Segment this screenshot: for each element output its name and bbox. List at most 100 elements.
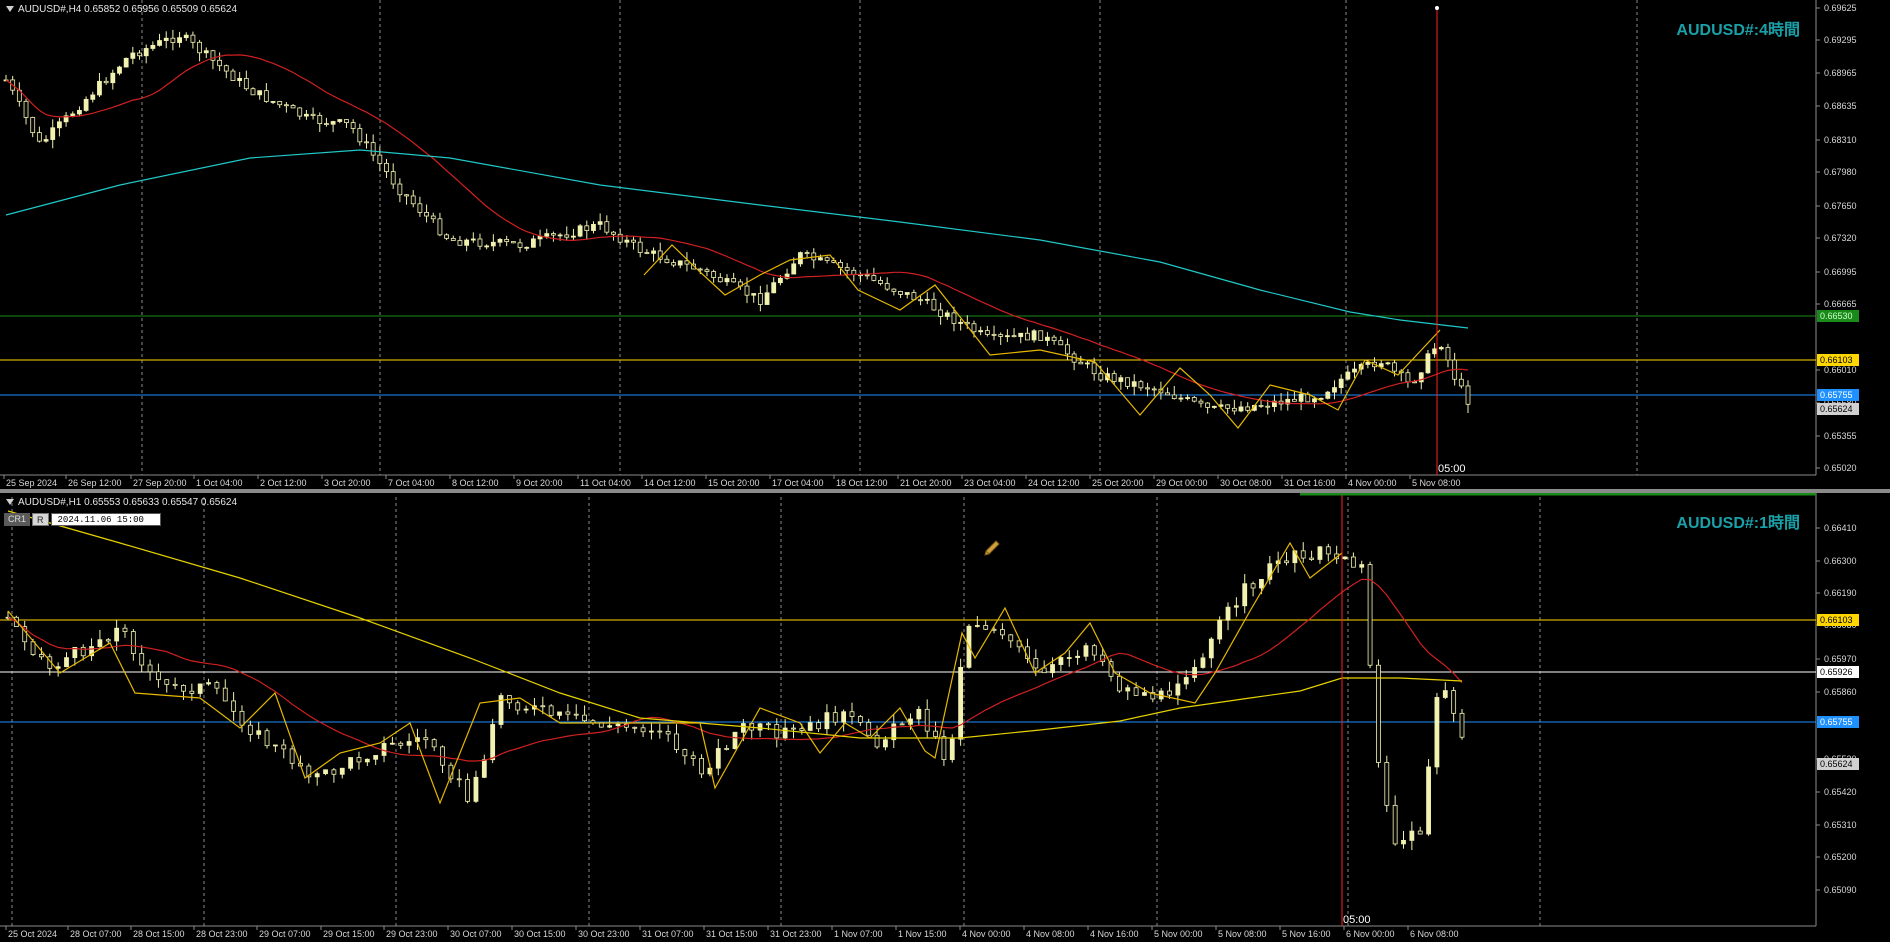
candle-body	[273, 744, 278, 747]
candle-body	[1145, 387, 1150, 390]
candle-body	[484, 245, 490, 248]
candle-body	[677, 260, 683, 266]
candle-body	[744, 285, 750, 296]
candle-body	[30, 116, 36, 134]
time-tick-label: 29 Oct 07:00	[259, 929, 311, 939]
candle-body	[206, 682, 211, 685]
candle-body	[665, 731, 671, 735]
candle-body	[1205, 402, 1211, 408]
time-tick-label: 7 Oct 04:00	[388, 478, 435, 488]
candle-body	[304, 113, 309, 117]
h1-chart-canvas[interactable]: 0.664100.663000.661900.660800.659700.658…	[0, 493, 1890, 942]
h4-chart-canvas[interactable]: 0.69625 0.69295 0.68965 0.68635 0.68310 0.679…	[0, 0, 1890, 489]
candle-body	[1409, 830, 1415, 841]
time-tick-label: 14 Oct 12:00	[644, 478, 696, 488]
price-tick-label: 0.66995	[1824, 267, 1857, 277]
price-tick-label: 0.66410	[1824, 523, 1857, 533]
candle-body	[878, 279, 883, 284]
candle-body	[1111, 373, 1117, 382]
candle-body	[497, 239, 503, 243]
h4-chart-pane[interactable]: 0.69625 0.69295 0.68965 0.68635 0.68310 0.679…	[0, 0, 1890, 489]
candle-body	[1465, 385, 1471, 405]
level-tag-label: 0.66103	[1820, 615, 1853, 625]
candle-body	[117, 66, 122, 74]
candle-body	[1265, 405, 1271, 408]
price-tick-label: 0.66665	[1824, 299, 1857, 309]
time-tick-label: 29 Oct 15:00	[323, 929, 375, 939]
candle-body	[1078, 361, 1084, 365]
candle-body	[1125, 687, 1131, 692]
candle-body	[256, 730, 262, 735]
candle-body	[431, 739, 437, 748]
candle-body	[331, 769, 337, 775]
candle-body	[1091, 362, 1097, 375]
candle-body	[604, 221, 610, 233]
candle-body	[257, 90, 263, 96]
candle-body	[983, 625, 989, 630]
time-tick-label: 4 Nov 16:00	[1090, 929, 1139, 939]
candle-body	[297, 107, 303, 117]
candle-body	[657, 730, 663, 733]
candle-body	[544, 233, 550, 237]
candle-body	[958, 321, 964, 324]
candle-body	[740, 723, 746, 733]
candle-body	[1250, 583, 1256, 589]
candle-body	[1225, 404, 1231, 409]
r-button[interactable]: R	[32, 513, 49, 526]
candle-body	[283, 104, 289, 107]
candle-body	[1165, 392, 1170, 396]
candle-body	[717, 277, 723, 283]
cr1-button[interactable]: CR1	[4, 513, 31, 526]
h1-chart-pane[interactable]: 0.664100.663000.661900.660800.659700.658…	[0, 493, 1890, 942]
candle-body	[1058, 657, 1064, 665]
price-tick-label: 0.65970	[1824, 654, 1857, 664]
candle-body	[510, 241, 516, 244]
candle-body	[57, 121, 62, 129]
price-tick-label: 0.66190	[1824, 588, 1857, 598]
candle-body	[931, 298, 937, 311]
candle-body	[866, 721, 872, 736]
candle-body	[1050, 664, 1055, 674]
time-tick-label: 11 Oct 04:00	[580, 478, 631, 488]
candle-body	[390, 171, 396, 185]
candle-body	[771, 282, 777, 294]
candle-body	[644, 252, 650, 254]
candle-body	[223, 65, 229, 72]
candle-body	[364, 141, 369, 144]
candle-body	[1191, 397, 1197, 402]
time-tick-label: 29 Oct 00:00	[1156, 478, 1208, 488]
candle-body	[23, 100, 29, 118]
candle-body	[1038, 330, 1044, 341]
candle-body	[1317, 546, 1323, 560]
time-tick-label: 31 Oct 23:00	[770, 929, 822, 939]
candle-body	[1011, 335, 1017, 338]
candle-body	[517, 242, 523, 248]
candle-body	[1125, 377, 1130, 387]
candle-body	[933, 730, 938, 738]
candle-body	[1175, 683, 1181, 696]
time-tick-label: 1 Nov 15:00	[898, 929, 947, 939]
collapse-triangle-icon[interactable]	[6, 499, 14, 506]
candle-body	[615, 723, 621, 727]
candle-body	[350, 122, 356, 129]
candle-body	[1442, 690, 1448, 698]
candle-body	[1312, 398, 1317, 403]
candle-body	[139, 653, 145, 666]
candle-body	[189, 690, 195, 694]
time-tick-label: 1 Nov 07:00	[834, 929, 883, 939]
candle-body	[1208, 638, 1214, 659]
candle-body	[918, 299, 923, 302]
candle-body	[1171, 394, 1177, 399]
time-tick-label: 21 Oct 20:00	[900, 478, 952, 488]
h1-ohlc-text: AUDUSD#,H1 0.65553 0.65633 0.65547 0.656…	[18, 497, 238, 508]
h4-ohlc-header: AUDUSD#,H4 0.65852 0.65956 0.65509 0.656…	[6, 4, 237, 15]
candle-body	[565, 711, 571, 715]
collapse-triangle-icon[interactable]	[6, 6, 14, 13]
candle-body	[1292, 398, 1297, 402]
candle-body	[247, 724, 253, 735]
candle-body	[490, 724, 496, 761]
candle-body	[611, 231, 616, 235]
candle-body	[640, 727, 646, 733]
candle-body	[637, 241, 643, 253]
candle-body	[711, 271, 717, 278]
